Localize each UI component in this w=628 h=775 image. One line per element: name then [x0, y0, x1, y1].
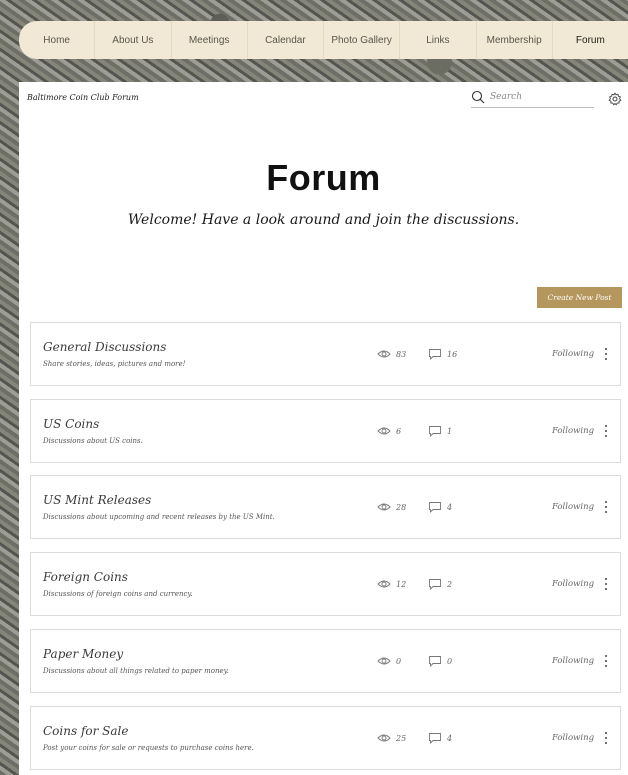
category-title[interactable]: US Coins	[43, 417, 99, 431]
category-title[interactable]: US Mint Releases	[43, 493, 151, 507]
main-nav: Home About Us Meetings Calendar Photo Ga…	[19, 21, 628, 59]
forum-panel: Baltimore Coin Club Forum Forum Welcome!…	[19, 82, 628, 775]
comments-count: 2	[428, 578, 452, 590]
settings-gear-icon[interactable]	[608, 92, 622, 106]
eye-icon	[377, 427, 391, 435]
following-toggle[interactable]: Following	[552, 426, 594, 436]
nav-item-forum[interactable]: Forum	[553, 21, 628, 59]
eye-icon	[377, 503, 391, 511]
views-count: 28	[377, 501, 406, 513]
breadcrumb[interactable]: Baltimore Coin Club Forum	[27, 93, 139, 102]
following-toggle[interactable]: Following	[552, 502, 594, 512]
search-icon[interactable]	[471, 90, 485, 104]
comment-icon	[429, 349, 441, 360]
category-title[interactable]: Paper Money	[43, 647, 123, 661]
following-toggle[interactable]: Following	[552, 349, 594, 359]
eye-icon	[377, 734, 391, 742]
category-row-us-mint-releases[interactable]: US Mint Releases Discussions about upcom…	[30, 475, 621, 539]
views-count: 6	[377, 425, 401, 437]
eye-icon	[377, 580, 391, 588]
category-description: Discussions about US coins.	[43, 437, 143, 445]
more-options-icon[interactable]	[601, 499, 611, 515]
page-subtitle: Welcome! Have a look around and join the…	[127, 212, 520, 228]
nav-item-about-us[interactable]: About Us	[95, 21, 172, 59]
comments-count: 0	[428, 655, 452, 667]
following-toggle[interactable]: Following	[552, 579, 594, 589]
more-options-icon[interactable]	[601, 730, 611, 746]
more-options-icon[interactable]	[601, 576, 611, 592]
more-options-icon[interactable]	[601, 653, 611, 669]
search-input[interactable]	[490, 92, 590, 102]
views-number: 0	[396, 656, 402, 666]
category-row-us-coins[interactable]: US Coins Discussions about US coins. 6 1…	[30, 399, 621, 463]
views-count: 83	[377, 348, 406, 360]
category-description: Discussions about upcoming and recent re…	[43, 513, 275, 521]
nav-item-calendar[interactable]: Calendar	[248, 21, 324, 59]
comment-icon	[429, 426, 441, 437]
more-options-icon[interactable]	[601, 423, 611, 439]
comments-number: 2	[447, 579, 453, 589]
comment-icon	[429, 502, 441, 513]
comment-icon	[429, 579, 441, 590]
following-toggle[interactable]: Following	[552, 733, 594, 743]
nav-item-links[interactable]: Links	[400, 21, 477, 59]
create-new-post-button[interactable]: Create New Post	[537, 287, 622, 308]
category-title[interactable]: General Discussions	[43, 340, 166, 354]
category-row-foreign-coins[interactable]: Foreign Coins Discussions of foreign coi…	[30, 552, 621, 616]
page-title: Forum	[266, 157, 381, 198]
comment-icon	[429, 733, 441, 744]
comments-number: 0	[447, 656, 453, 666]
views-number: 12	[396, 579, 407, 589]
views-number: 83	[396, 349, 407, 359]
views-count: 0	[377, 655, 401, 667]
eye-icon	[377, 350, 391, 358]
nav-item-home[interactable]: Home	[19, 21, 96, 59]
comments-count: 4	[428, 501, 452, 513]
category-description: Discussions of foreign coins and currenc…	[43, 590, 193, 598]
category-title[interactable]: Coins for Sale	[43, 724, 128, 738]
comments-count: 16	[428, 348, 457, 360]
nav-item-photo-gallery[interactable]: Photo Gallery	[324, 21, 401, 59]
views-count: 25	[377, 732, 406, 744]
following-toggle[interactable]: Following	[552, 656, 594, 666]
views-number: 25	[396, 733, 407, 743]
category-description: Post your coins for sale or requests to …	[43, 744, 254, 752]
category-row-paper-money[interactable]: Paper Money Discussions about all things…	[30, 629, 621, 693]
eye-icon	[377, 657, 391, 665]
category-description: Discussions about all things related to …	[43, 667, 229, 675]
search-box[interactable]	[471, 87, 594, 108]
category-row-coins-for-sale[interactable]: Coins for Sale Post your coins for sale …	[30, 706, 621, 770]
category-row-general-discussions[interactable]: General Discussions Share stories, ideas…	[30, 322, 621, 386]
comments-number: 16	[447, 349, 458, 359]
more-options-icon[interactable]	[601, 346, 611, 362]
comment-icon	[429, 656, 441, 667]
views-number: 6	[396, 426, 402, 436]
views-number: 28	[396, 502, 407, 512]
comments-number: 4	[447, 733, 453, 743]
comments-count: 1	[428, 425, 452, 437]
category-title[interactable]: Foreign Coins	[43, 570, 128, 584]
nav-item-meetings[interactable]: Meetings	[172, 21, 248, 59]
views-count: 12	[377, 578, 406, 590]
nav-item-membership[interactable]: Membership	[477, 21, 553, 59]
comments-number: 1	[447, 426, 453, 436]
comments-number: 4	[447, 502, 453, 512]
category-description: Share stories, ideas, pictures and more!	[43, 360, 186, 368]
comments-count: 4	[428, 732, 452, 744]
